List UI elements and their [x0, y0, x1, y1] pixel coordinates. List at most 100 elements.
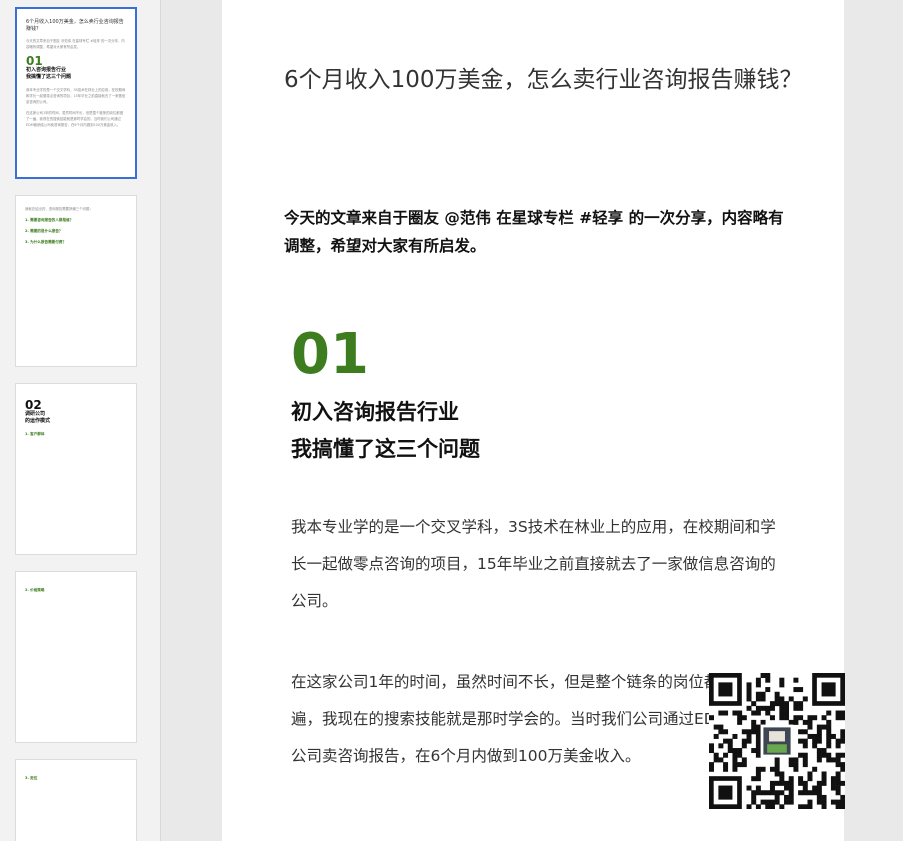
- qr-module: [746, 804, 752, 810]
- qr-module: [755, 766, 761, 772]
- qr-module: [755, 682, 761, 688]
- qr-module: [732, 748, 738, 754]
- qr-module: [769, 705, 775, 711]
- qr-module: [807, 799, 813, 805]
- qr-module: [807, 733, 813, 739]
- qr-module: [779, 776, 785, 782]
- qr-module: [779, 804, 785, 810]
- qr-module: [718, 724, 724, 730]
- qr-module: [769, 701, 775, 707]
- qr-module: [713, 752, 719, 758]
- qr-module: [727, 738, 733, 744]
- qr-module: [769, 799, 775, 805]
- qr-module: [760, 799, 766, 805]
- qr-module: [793, 705, 799, 711]
- qr-module: [816, 757, 822, 763]
- qr-module: [821, 776, 827, 782]
- qr-module: [774, 701, 780, 707]
- qr-module: [746, 733, 752, 739]
- qr-module: [751, 710, 757, 716]
- qr-module: [760, 705, 766, 711]
- page-thumbnail-1[interactable]: 6个月收入100万美金，怎么卖行业咨询报告赚钱？ 今天的文章来自于圈友 @范伟 …: [15, 7, 137, 179]
- qr-module: [709, 743, 714, 749]
- qr-module: [788, 790, 794, 796]
- qr-module: [737, 752, 743, 758]
- qr-module: [765, 687, 771, 693]
- qr-module: [793, 687, 799, 693]
- qr-module: [784, 794, 790, 800]
- thumbnail-section-number: 01: [26, 54, 43, 68]
- qr-module: [709, 748, 714, 754]
- qr-module: [751, 776, 757, 782]
- qr-module: [774, 762, 780, 768]
- qr-module: [793, 766, 799, 772]
- qr-module: [840, 733, 846, 739]
- qr-module: [816, 724, 822, 730]
- qr-module: [826, 743, 832, 749]
- qr-finder-inner: [718, 785, 733, 800]
- qr-module: [765, 804, 771, 810]
- qr-module: [755, 705, 761, 711]
- qr-module: [779, 715, 785, 721]
- qr-module: [840, 752, 846, 758]
- qr-module: [835, 715, 841, 721]
- thumbnail-heading: 调研公司: [25, 411, 46, 417]
- qr-module: [807, 771, 813, 777]
- qr-module: [830, 785, 836, 791]
- qr-module: [835, 752, 841, 758]
- qr-module: [741, 757, 747, 763]
- qr-module: [755, 771, 761, 777]
- qr-module: [751, 701, 757, 707]
- qr-module: [746, 682, 752, 688]
- thumbnail-text: 我就总结出的，咨询报告需要搞懂三个问题：: [25, 207, 93, 211]
- qr-module: [830, 733, 836, 739]
- qr-module: [784, 701, 790, 707]
- qr-module: [732, 752, 738, 758]
- qr-module: [779, 682, 785, 688]
- qr-module: [746, 696, 752, 702]
- qr-module: [807, 715, 813, 721]
- qr-module: [737, 762, 743, 768]
- qr-module: [751, 724, 757, 730]
- qr-module: [723, 729, 729, 735]
- qr-module: [821, 752, 827, 758]
- qr-module: [779, 771, 785, 777]
- qr-module: [760, 719, 766, 725]
- qr-module: [835, 757, 841, 763]
- qr-module: [788, 696, 794, 702]
- qr-module: [737, 710, 743, 716]
- qr-module: [788, 785, 794, 791]
- thumbnail-heading: 的运作模式: [25, 418, 51, 424]
- qr-module: [835, 785, 841, 791]
- thumbnail-title: 6个月收入100万美金，怎么卖行业咨询报告赚钱？: [26, 19, 124, 32]
- qr-module: [807, 776, 813, 782]
- thumbnail-green-heading: 1. 客户群体: [25, 432, 45, 436]
- qr-module: [835, 776, 841, 782]
- qr-module: [793, 715, 799, 721]
- page-thumbnail-2[interactable]: 我就总结出的，咨询报告需要搞懂三个问题： 1. 需要咨询报告的人群是谁？ 2. …: [15, 195, 137, 367]
- qr-module: [774, 766, 780, 772]
- qr-module: [812, 766, 818, 772]
- qr-module: [746, 785, 752, 791]
- qr-module: [798, 780, 804, 786]
- page-thumbnail-4[interactable]: 2. 价格策略: [15, 571, 137, 743]
- page-thumbnail-5[interactable]: 3. 定位: [15, 759, 137, 841]
- body-paragraph: 我本专业学的是一个交叉学科，3S技术在林业上的应用，在校期间和学长一起做零点咨询…: [291, 518, 776, 610]
- qr-module: [812, 790, 818, 796]
- qr-module: [840, 794, 846, 800]
- qr-module: [755, 677, 761, 683]
- qr-module: [816, 752, 822, 758]
- qr-module: [826, 757, 832, 763]
- qr-module: [798, 701, 804, 707]
- thumbnail-heading: 初入咨询报告行业: [26, 67, 67, 73]
- qr-module: [840, 762, 846, 768]
- qr-module: [769, 715, 775, 721]
- qr-module: [835, 771, 841, 777]
- qr-module: [821, 771, 827, 777]
- qr-finder-inner: [718, 682, 733, 697]
- qr-module: [798, 687, 804, 693]
- qr-module: [774, 790, 780, 796]
- qr-module: [798, 705, 804, 711]
- qr-module: [788, 799, 794, 805]
- page-thumbnail-3[interactable]: 02 调研公司 的运作模式 1. 客户群体: [15, 383, 137, 555]
